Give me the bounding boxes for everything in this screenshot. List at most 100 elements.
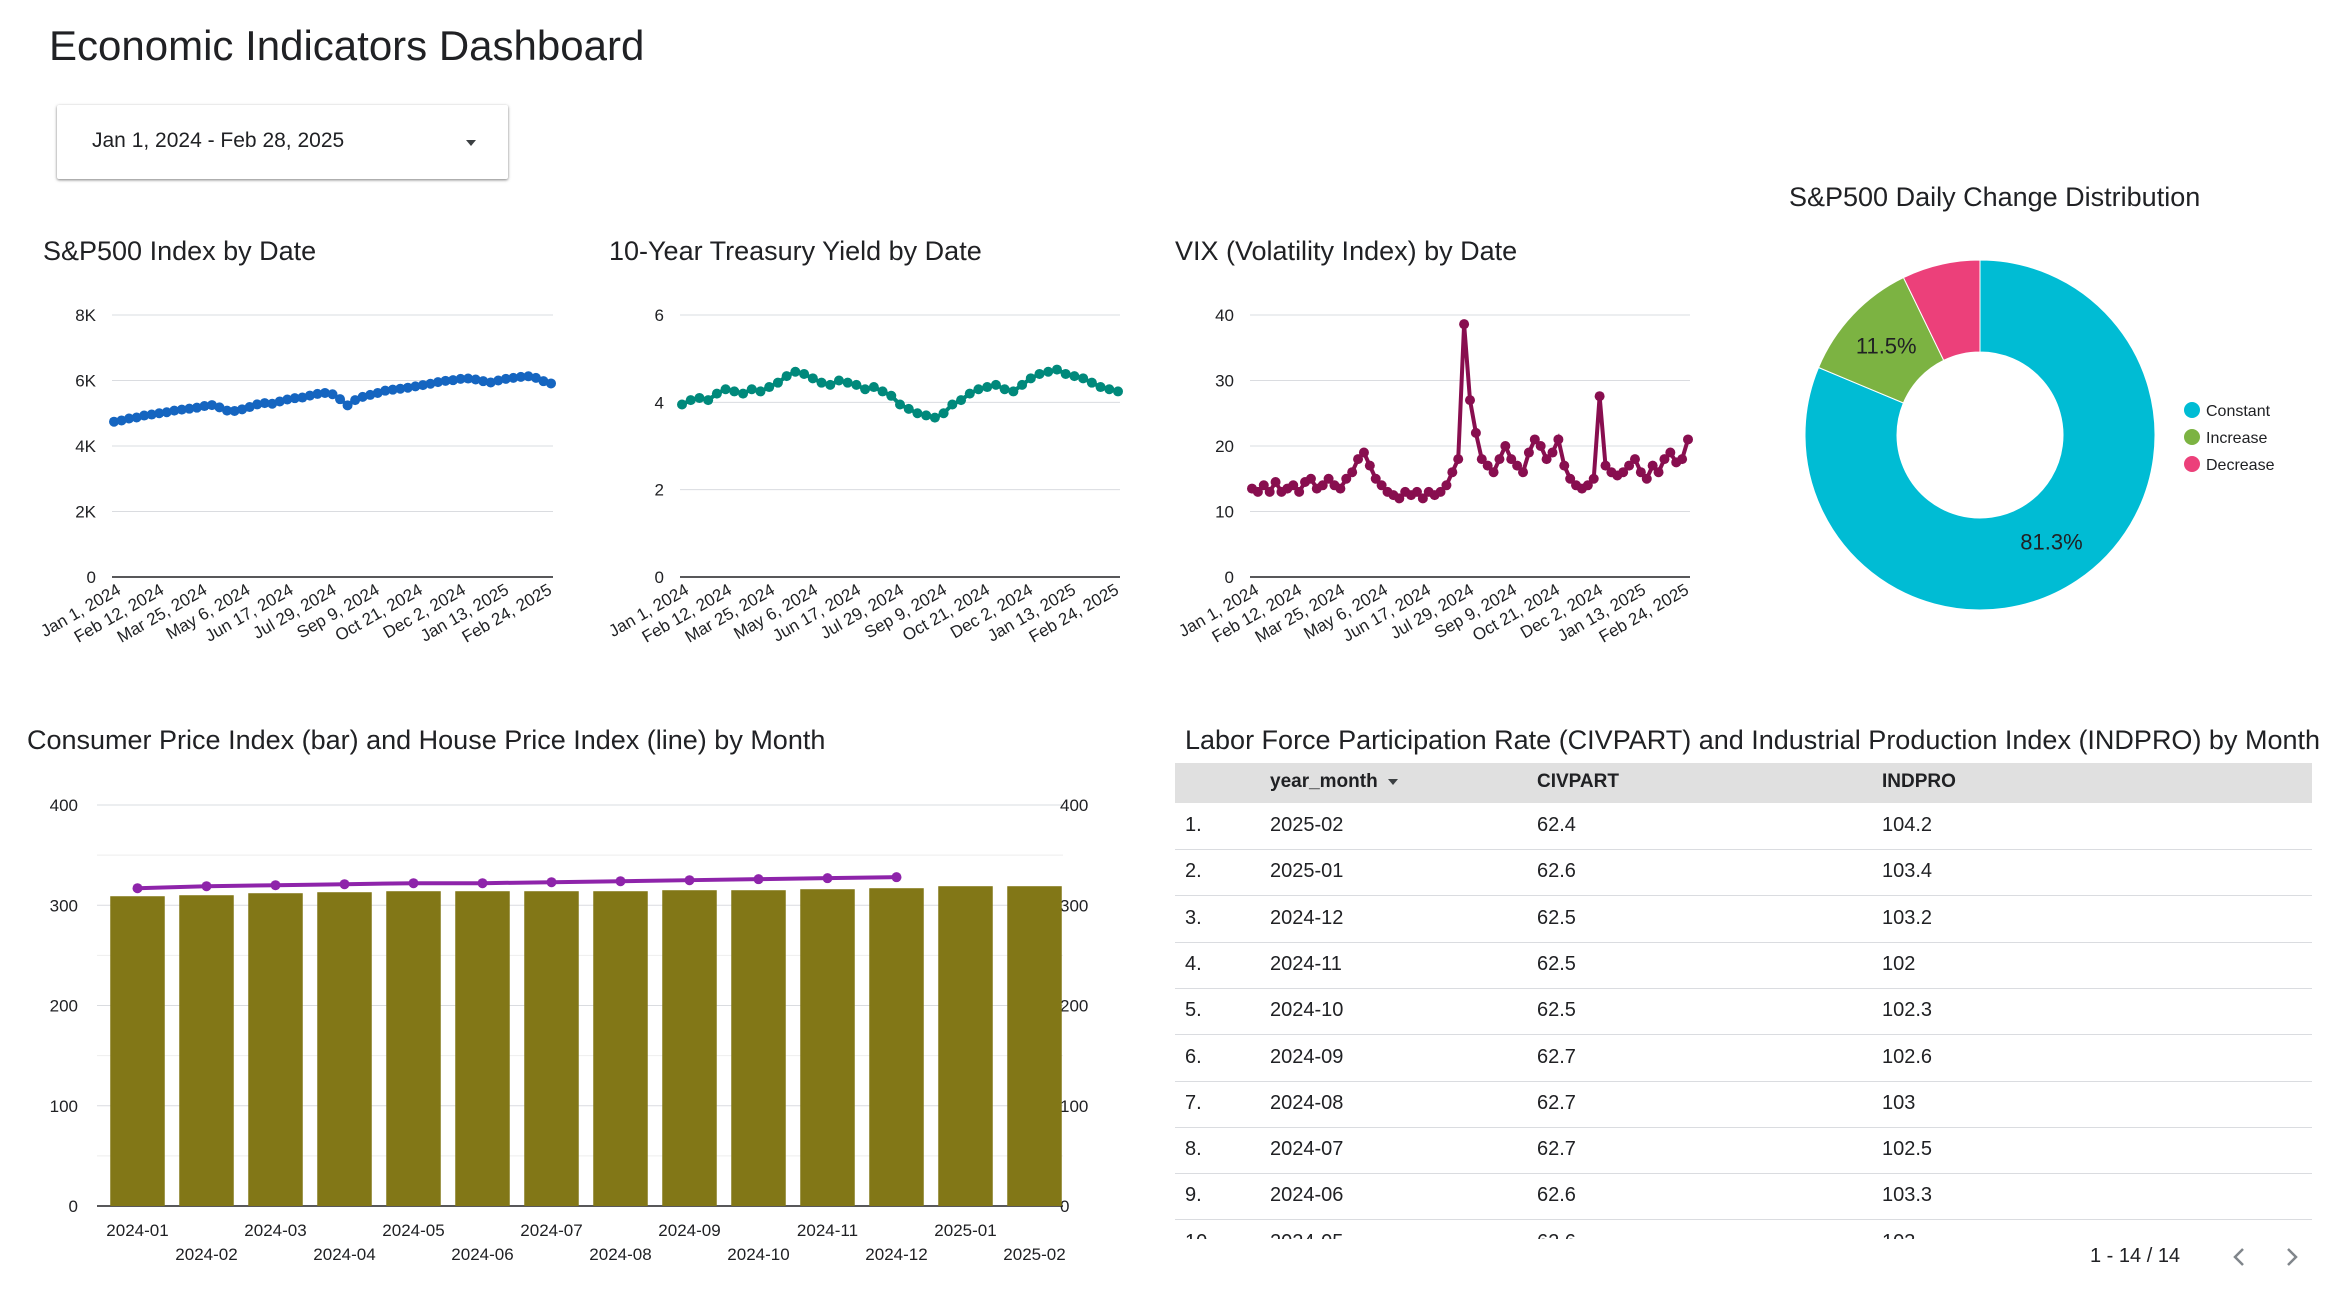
treasury-data-point [903, 403, 914, 414]
table-row: 7. 2024-08 62.7 103 [1175, 1081, 2312, 1128]
cell-year-month: 2024-06 [1270, 1184, 1344, 1207]
vix-data-point [1270, 477, 1281, 488]
treasury-data-point [938, 408, 949, 419]
vix-data-point [1588, 473, 1599, 484]
cpi-bar [731, 890, 786, 1206]
date-range-label: Jan 1, 2024 - Feb 28, 2025 [92, 129, 345, 152]
legend-label: Decrease [2206, 457, 2275, 474]
donut-slice-label: 11.5% [1856, 333, 1917, 358]
vix-data-point [1559, 460, 1570, 471]
cpi-bar [938, 886, 993, 1206]
cell-civpart: 62.5 [1537, 906, 1576, 929]
treasury-data-point [685, 395, 696, 406]
vix-y-tick-label: 20 [1215, 437, 1234, 456]
sp500-y-tick-label: 6K [75, 372, 96, 391]
cell-indpro: 102.3 [1882, 999, 1933, 1022]
hpi-data-point [753, 874, 764, 885]
treasury-y-tick-label: 0 [655, 568, 664, 587]
hpi-data-point [615, 876, 626, 887]
vix-data-point [1518, 467, 1529, 478]
row-index: 9. [1185, 1184, 1202, 1207]
treasury-y-tick-label: 6 [655, 306, 664, 325]
cpi-hpi-combo-chart: 0 0100 100200 200300 300400 4002024-012024-02… [50, 796, 1089, 1264]
vix-y-tick-label: 10 [1215, 503, 1234, 522]
cell-indpro: 103.2 [1882, 906, 1933, 929]
sp500-data-point [546, 378, 556, 389]
previous-page-button[interactable] [2224, 1242, 2254, 1272]
cpi-x-tick-label: 2024-06 [451, 1245, 513, 1264]
cell-year-month: 2025-02 [1270, 814, 1344, 836]
column-header-year-month[interactable]: year_month [1270, 771, 1398, 793]
hpi-data-point [339, 879, 350, 890]
vix-data-point [1335, 483, 1346, 494]
vix-data-point [1447, 467, 1458, 478]
cell-indpro: 104.2 [1882, 814, 1933, 836]
treasury-data-point [694, 392, 705, 403]
treasury-data-point [886, 390, 897, 401]
treasury-data-point [790, 366, 801, 377]
cell-civpart: 62.6 [1537, 1231, 1576, 1239]
vix-chart-title: VIX (Volatility Index) by Date [1175, 236, 1518, 266]
cell-civpart: 62.7 [1537, 1045, 1576, 1068]
cell-civpart: 62.4 [1537, 814, 1576, 836]
vix-data-point [1665, 447, 1676, 458]
cpi-y-tick-label: 0 [69, 1197, 78, 1216]
treasury-chart-title: 10-Year Treasury Yield by Date [609, 236, 982, 266]
treasury-data-point [1078, 373, 1089, 384]
vix-data-point [1441, 480, 1452, 491]
vix-data-point [1594, 391, 1605, 402]
cpi-bar [800, 889, 855, 1206]
vix-y-tick-label: 0 [1225, 568, 1234, 587]
cpi-x-tick-label: 2025-02 [1003, 1245, 1065, 1264]
vix-data-point [1494, 454, 1505, 465]
row-index: 8. [1185, 1138, 1202, 1161]
treasury-data-point [990, 379, 1001, 390]
treasury-data-point [833, 375, 844, 386]
treasury-data-point [703, 395, 714, 406]
hpi-data-point [408, 878, 419, 889]
vix-data-point [1347, 467, 1358, 478]
vix-data-point [1459, 319, 1470, 330]
hpi-y2-tick-label: 400 [1060, 796, 1088, 815]
hpi-data-point [201, 881, 212, 892]
vix-data-point [1500, 441, 1511, 451]
cpi-bar [455, 891, 510, 1206]
vix-data-point [1535, 441, 1546, 451]
treasury-data-point [1113, 386, 1123, 397]
row-index: 6. [1185, 1045, 1202, 1068]
cpi-x-tick-label: 2024-02 [175, 1245, 237, 1264]
treasury-data-point [807, 373, 818, 384]
treasury-data-point [921, 410, 932, 421]
cpi-y-tick-label: 200 [50, 997, 78, 1016]
legend-label: Increase [2206, 430, 2267, 447]
cell-year-month: 2024-12 [1270, 906, 1344, 929]
cell-year-month: 2024-09 [1270, 1045, 1344, 1068]
table-row: 9. 2024-06 62.6 103.3 [1175, 1173, 2312, 1221]
legend-marker-increase [2184, 429, 2200, 445]
row-index: 5. [1185, 999, 1202, 1022]
cell-civpart: 62.6 [1537, 860, 1576, 883]
cpi-bar [248, 893, 303, 1206]
vix-y-tick-label: 30 [1215, 372, 1234, 391]
treasury-data-point [1069, 371, 1080, 382]
treasury-data-point [746, 384, 757, 395]
treasury-data-point [1043, 366, 1054, 377]
row-index: 4. [1185, 952, 1202, 975]
vix-data-point [1488, 467, 1499, 478]
next-page-button[interactable] [2277, 1242, 2307, 1272]
treasury-data-point [825, 379, 836, 390]
row-index: 2. [1185, 860, 1202, 883]
chevron-left-icon [2233, 1248, 2244, 1266]
treasury-data-point [677, 399, 687, 410]
date-range-picker[interactable]: Jan 1, 2024 - Feb 28, 2025 [57, 105, 508, 179]
vix-data-point [1453, 454, 1464, 465]
table-row: 1. 2025-02 62.4 104.2 [1175, 803, 2312, 850]
table-row: 10. 2024-05 62.6 103 [1175, 1220, 2312, 1239]
column-header-indpro[interactable]: INDPRO [1882, 771, 1956, 793]
treasury-data-point [868, 382, 879, 393]
column-header-civpart[interactable]: CIVPART [1537, 771, 1619, 793]
cell-civpart: 62.5 [1537, 999, 1576, 1022]
cell-indpro: 103 [1882, 1091, 1916, 1114]
treasury-data-point [816, 377, 827, 388]
treasury-data-point [877, 386, 888, 397]
